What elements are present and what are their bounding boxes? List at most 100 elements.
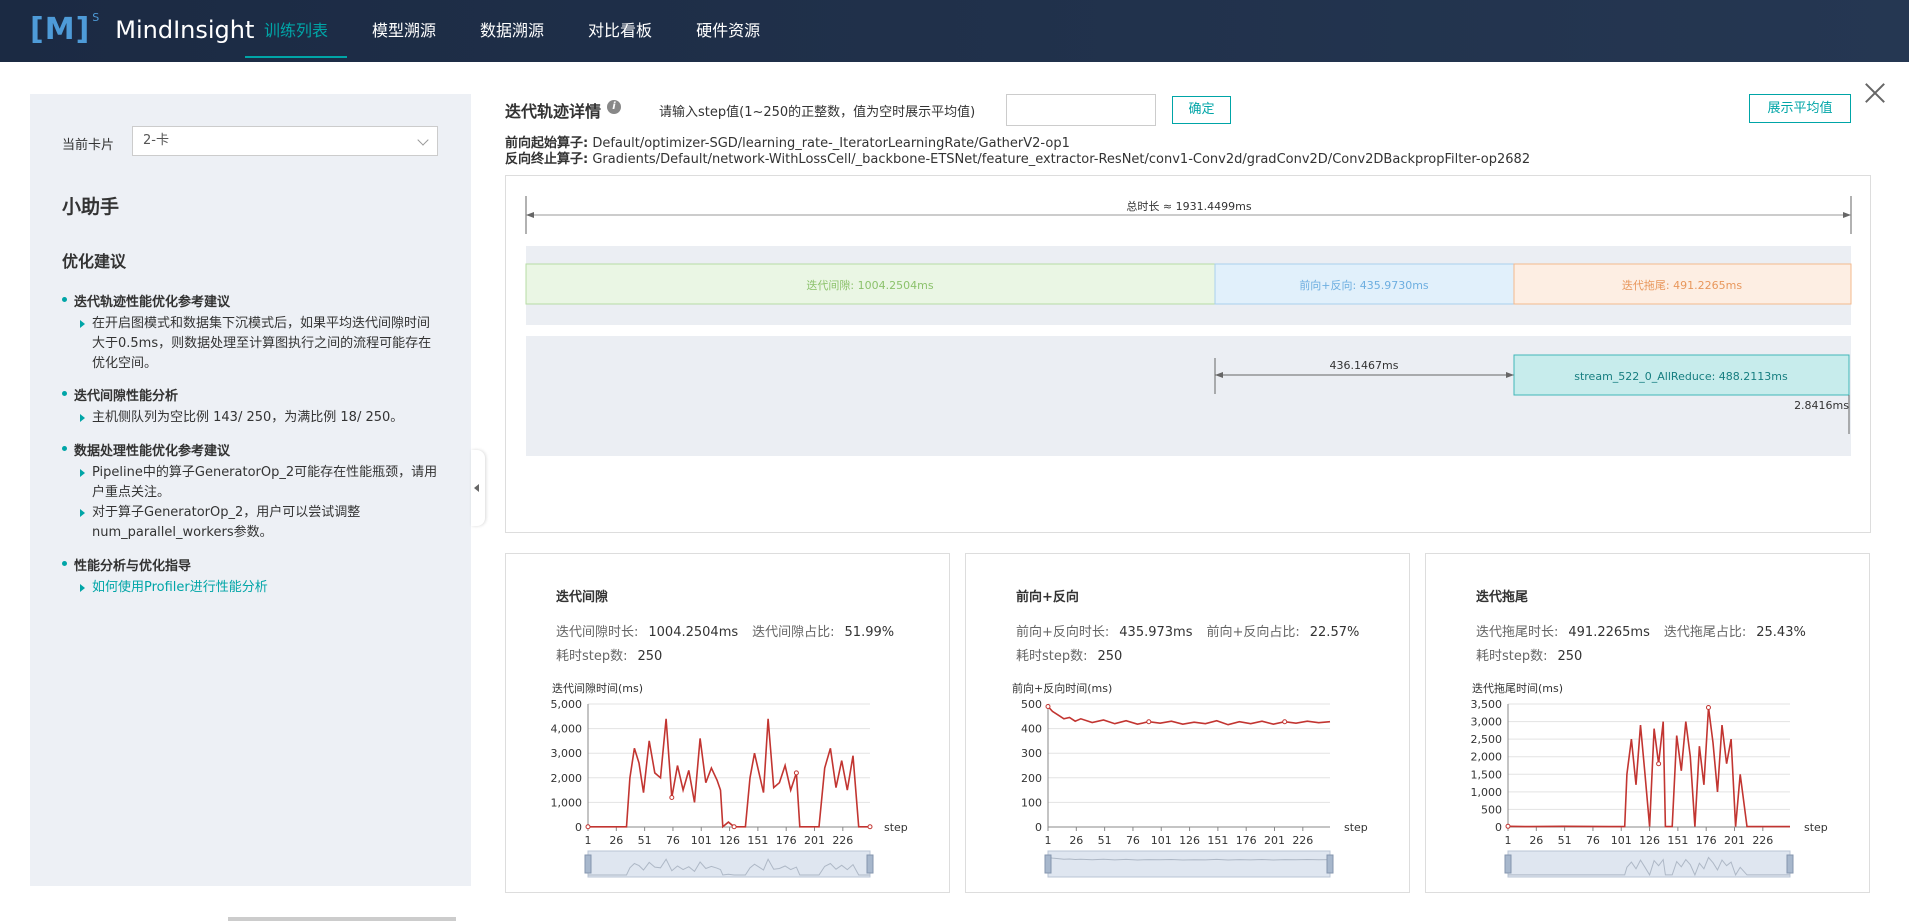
y-axis-label: 迭代拖尾时间(ms) xyxy=(1472,681,1563,695)
x-tick-label: 26 xyxy=(1069,834,1083,847)
y-tick-label: 300 xyxy=(1021,747,1042,760)
y-tick-label: 1,500 xyxy=(1471,768,1503,781)
x-tick-label: 176 xyxy=(776,834,797,847)
x-tick-label: 226 xyxy=(832,834,853,847)
page-title: 迭代轨迹详情 xyxy=(505,102,602,121)
card-select[interactable]: 2-卡 xyxy=(132,126,438,156)
card-select-value: 2-卡 xyxy=(143,133,169,148)
panel-title: 前向+反向 xyxy=(1016,590,1079,605)
y-tick-label: 4,000 xyxy=(551,723,583,736)
current-card-label: 当前卡片 xyxy=(62,138,115,153)
stat-label: 迭代间隙占比: xyxy=(752,625,835,640)
panel-stats-row: 迭代拖尾时长: 491.2265ms 迭代拖尾占比: 25.43% xyxy=(1476,621,1820,640)
y-tick-label: 3,500 xyxy=(1471,698,1503,711)
y-tick-label: 0 xyxy=(575,821,582,834)
y-tick-label: 0 xyxy=(1035,821,1042,834)
x-tick-label: 1 xyxy=(1505,834,1512,847)
x-tick-label: 26 xyxy=(1529,834,1543,847)
bp-end-label: 反向终止算子: xyxy=(505,152,589,167)
zoom-slider-track xyxy=(1047,850,1331,878)
info-icon[interactable]: i xyxy=(607,100,621,114)
optimization-title: 优化建议 xyxy=(62,252,127,271)
section-title: 数据处理性能优化参考建议 xyxy=(62,440,230,459)
zoom-handle-left xyxy=(584,854,592,874)
iteration-gap-chart[interactable]: 迭代间隙时间(ms)01,0002,0003,0004,0005,0001 26 5… xyxy=(506,654,951,894)
x-tick-label: 51 xyxy=(638,834,652,847)
iteration-tail-panel: 迭代拖尾 迭代拖尾时长: 491.2265ms 迭代拖尾占比: 25.43% 耗时st… xyxy=(1425,553,1870,893)
y-axis-label: 前向+反向时间(ms) xyxy=(1012,681,1112,695)
panel-stats-row: 迭代间隙时长: 1004.2504ms 迭代间隙占比: 51.99% xyxy=(556,621,908,640)
nav-hardware-resource[interactable]: 硬件资源 xyxy=(677,0,779,62)
suggestion-item: 在开启图模式和数据集下沉模式后，如果平均迭代间隙时间大于0.5ms，则数据处理至… xyxy=(80,314,440,374)
iteration-tail-chart[interactable]: 迭代拖尾时间(ms) 0 500 1,000 1,500 2,000 2,500 3,000 3… xyxy=(1426,654,1871,894)
step-input[interactable] xyxy=(1006,94,1156,126)
data-point xyxy=(1045,703,1051,709)
nav-model-lineage[interactable]: 模型溯源 xyxy=(353,0,455,62)
x-tick-label: 126 xyxy=(1179,834,1200,847)
y-tick-label: 500 xyxy=(1481,803,1502,816)
profiler-guide-link[interactable]: 如何使用Profiler进行性能分析 xyxy=(80,578,440,598)
tail-gap-label: 2.8416ms xyxy=(1794,399,1849,412)
confirm-button[interactable]: 确定 xyxy=(1172,96,1231,124)
nav-data-lineage[interactable]: 数据溯源 xyxy=(461,0,563,62)
x-tick-label: 26 xyxy=(609,834,623,847)
show-average-button[interactable]: 展示平均值 xyxy=(1749,94,1851,123)
x-tick-label: 176 xyxy=(1696,834,1717,847)
panel-stats-row: 前向+反向时长: 435.973ms 前向+反向占比: 22.57% xyxy=(1016,621,1373,640)
stat-label: 迭代拖尾时长: xyxy=(1476,625,1559,640)
step-trace-timeline: 总时长 ≈ 1931.4499ms 迭代间隙: 1004.2504ms 前向+反… xyxy=(505,175,1871,533)
zoom-slider-track xyxy=(587,850,871,878)
bp-end-value: Gradients/Default/network-WithLossCell/_… xyxy=(592,152,1531,167)
stat-label: 前向+反向时长: xyxy=(1016,625,1110,640)
stat-label: 迭代拖尾占比: xyxy=(1663,625,1747,640)
fp-bp-chart[interactable]: 前向+反向时间(ms)01002003004005001 26 51 76 101 126… xyxy=(966,654,1411,894)
y-tick-label: 400 xyxy=(1021,723,1042,736)
y-tick-label: 2,000 xyxy=(551,772,583,785)
panel-title: 迭代间隙 xyxy=(556,590,609,605)
collapse-sidebar-button[interactable] xyxy=(471,450,485,526)
y-tick-label: 2,500 xyxy=(1471,733,1503,746)
suggestion-item: Pipeline中的算子GeneratorOp_2可能存在性能瓶颈，请用户重点关… xyxy=(80,463,440,503)
x-axis-label: step xyxy=(1804,821,1828,834)
x-tick-label: 76 xyxy=(1126,834,1140,847)
page-scrollbar[interactable] xyxy=(228,917,456,921)
zoom-handle-right xyxy=(1326,854,1334,874)
stat-label: 迭代间隙时长: xyxy=(556,625,639,640)
arrow-left-icon xyxy=(526,212,534,218)
section-title: 性能分析与优化指导 xyxy=(62,555,191,574)
y-tick-label: 500 xyxy=(1021,698,1042,711)
y-tick-label: 100 xyxy=(1021,796,1042,809)
app-logo[interactable]: [M] S MindInsight xyxy=(30,11,254,47)
y-tick-label: 200 xyxy=(1021,772,1042,785)
x-axis-label: step xyxy=(884,821,908,834)
suggestion-item: 对于算子GeneratorOp_2，用户可以尝试调整num_parallel_w… xyxy=(80,503,440,543)
y-tick-label: 1,000 xyxy=(551,796,583,809)
series-line xyxy=(1507,707,1790,828)
nav-compare-board[interactable]: 对比看板 xyxy=(569,0,671,62)
x-tick-label: 226 xyxy=(1292,834,1313,847)
data-point xyxy=(669,794,675,800)
chevron-down-icon xyxy=(417,134,429,146)
data-point xyxy=(1505,823,1511,829)
zoom-handle-right xyxy=(1786,854,1794,874)
y-tick-label: 1,000 xyxy=(1471,786,1503,799)
x-tick-label: 1 xyxy=(585,834,592,847)
x-tick-label: 151 xyxy=(1667,834,1688,847)
y-tick-label: 5,000 xyxy=(551,698,583,711)
x-tick-label: 76 xyxy=(666,834,680,847)
stat-value: 51.99% xyxy=(844,625,895,640)
zoom-handle-right xyxy=(866,854,874,874)
x-tick-label: 201 xyxy=(804,834,825,847)
x-tick-label: 151 xyxy=(747,834,768,847)
data-point xyxy=(1282,719,1288,725)
x-axis-label: step xyxy=(1344,821,1368,834)
main-nav: 训练列表 模型溯源 数据溯源 对比看板 硬件资源 xyxy=(245,0,785,62)
close-icon[interactable] xyxy=(1864,82,1886,104)
iteration-gap-panel: 迭代间隙 迭代间隙时长: 1004.2504ms 迭代间隙占比: 51.99% 耗时s… xyxy=(505,553,950,893)
zoom-handle-left xyxy=(1044,854,1052,874)
series-line xyxy=(1047,705,1331,726)
arrow-right-icon xyxy=(1843,212,1851,218)
y-tick-label: 2,000 xyxy=(1471,751,1503,764)
nav-training-list[interactable]: 训练列表 xyxy=(245,0,348,62)
data-point xyxy=(1656,761,1662,767)
